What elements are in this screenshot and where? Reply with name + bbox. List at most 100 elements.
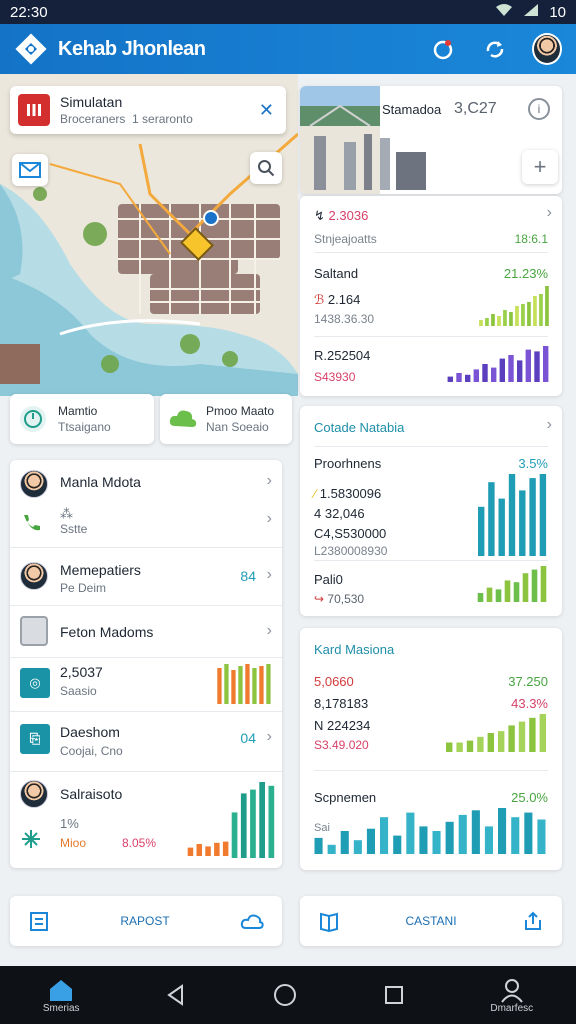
list-item[interactable]: Salraisoto 1% Mioo 8.05% <box>10 772 282 868</box>
contacts-list: Manla Mdota › ⁂ Sstte › Memepatiers Pe D… <box>10 460 282 868</box>
list-item-sub: Pe Deim <box>60 581 107 595</box>
place-card-2[interactable]: Pmoo Maato Nan Soeaio <box>160 394 292 444</box>
status-bar: 22:30 10 <box>0 0 576 24</box>
list-item[interactable]: ⎘ Daeshom Coojai, Cno 04 › <box>10 712 282 772</box>
report-button-label: RAPOST <box>120 914 170 928</box>
contact-button-label: CASTANI <box>405 914 457 928</box>
list-footer-percent: 1% <box>60 816 79 831</box>
contact-button[interactable]: CASTANI <box>300 896 562 946</box>
list-item[interactable]: Feton Madoms › <box>10 606 282 658</box>
bar <box>466 740 474 752</box>
photo-card-value: 3,C27 <box>454 100 497 117</box>
nav-recents[interactable] <box>383 984 405 1006</box>
document-tile-icon: ⎘ <box>20 724 50 754</box>
bar <box>533 296 537 326</box>
list-item-sub: Sstte <box>60 522 88 536</box>
stats1-head-sub: Stnjeajoatts <box>314 232 377 246</box>
avatar <box>20 780 48 808</box>
stats1-sec1-label: Saltand <box>314 266 359 281</box>
stats3-r1-v: 5,0660 <box>314 674 354 689</box>
signal-icon <box>523 3 539 21</box>
info-icon[interactable]: i <box>528 98 550 120</box>
stats-card-3[interactable]: Kard Masiona 5,0660 37.250 8,178183 43.3… <box>300 628 562 870</box>
bar <box>517 360 523 382</box>
app-bar: Kehab Jhonlean <box>0 24 576 74</box>
bar <box>259 782 265 858</box>
bar <box>432 831 441 854</box>
list-item[interactable]: Memepatiers Pe Deim 84 › <box>10 548 282 606</box>
bar <box>527 302 531 326</box>
bar <box>406 812 415 854</box>
bar <box>497 316 501 326</box>
stats2-row1-v1: 1.5830096 <box>319 486 382 501</box>
bar <box>456 742 463 752</box>
chevron-right-icon: › <box>546 204 552 221</box>
cloud-share-icon <box>240 914 264 929</box>
photo-card-title: Stamadoa <box>382 102 442 117</box>
stats2-row1-v2: 4 32,046 <box>314 506 365 521</box>
stats3-r3-v: N 224234 <box>314 718 371 733</box>
bar <box>521 304 525 326</box>
search-card-subtitle: Broceraners <box>60 112 126 126</box>
bar <box>537 819 546 854</box>
battery-level: 10 <box>549 3 566 21</box>
app-logo-icon <box>14 32 48 66</box>
location-badge-icon <box>18 94 50 126</box>
bar <box>524 812 533 854</box>
stats3-r2-v: 8,178183 <box>314 696 369 711</box>
avatar <box>20 470 48 498</box>
bar <box>498 808 507 854</box>
user-avatar-button[interactable] <box>532 33 562 65</box>
location-search-card[interactable]: Simulatan Broceraners 1 seraronto ✕ <box>10 86 286 134</box>
message-button[interactable] <box>12 154 48 186</box>
nav-back[interactable] <box>165 984 187 1006</box>
bar <box>231 812 238 858</box>
wifi-icon <box>495 3 513 21</box>
avatar <box>20 562 48 590</box>
bar <box>419 826 428 854</box>
phone-icon <box>24 515 40 531</box>
bar <box>543 346 549 382</box>
stats-card-1[interactable]: ↯ 2.3036 › Stnjeajoatts 18:6.1 Saltand 2… <box>300 196 562 396</box>
stats1-sec1-pct: 21.23% <box>503 266 548 281</box>
orange-bar-chart <box>217 664 271 704</box>
chevron-right-icon: › <box>266 622 272 639</box>
report-button[interactable]: RAPOST <box>10 896 282 946</box>
stats-card-2[interactable]: Cotade Natabia › Proorhnens 3.5% ⁄ 1.583… <box>300 406 562 616</box>
map-search-button[interactable] <box>250 152 282 184</box>
list-item[interactable]: ◎ 2,5037 Saasio <box>10 658 282 712</box>
bar <box>477 593 484 602</box>
teal-bar-chart <box>314 808 546 854</box>
avatar <box>532 33 562 65</box>
bar <box>380 817 389 854</box>
clipboard-icon <box>30 912 48 931</box>
place-card-1[interactable]: Mamtio Ttsaigano <box>10 394 154 444</box>
chart-tile-icon: ◎ <box>20 668 50 698</box>
notification-icon[interactable] <box>428 34 458 64</box>
stats2-row1-v4: L2380008930 <box>314 544 388 558</box>
bar <box>266 664 271 704</box>
nav-home[interactable]: Smerias <box>43 977 80 1014</box>
place-name-2: Pmoo <box>206 404 238 418</box>
bar <box>503 310 507 326</box>
bar <box>539 294 543 326</box>
bar <box>187 847 194 856</box>
bar <box>473 369 479 382</box>
bar <box>478 506 485 556</box>
bar <box>214 842 220 856</box>
stats1-sec2-label: R.252504 <box>314 348 371 363</box>
zoom-in-button[interactable]: + <box>522 150 558 184</box>
book-icon <box>320 912 338 932</box>
place-name-1: Mamtio <box>58 404 98 418</box>
status-time: 22:30 <box>10 3 48 21</box>
bar <box>498 731 505 752</box>
bar <box>353 840 362 854</box>
bar <box>482 364 488 382</box>
close-icon[interactable]: ✕ <box>259 100 274 121</box>
list-item[interactable]: Manla Mdota › ⁂ Sstte › <box>10 460 282 548</box>
list-item-name: Salraisoto <box>60 786 123 802</box>
sync-icon[interactable] <box>480 34 510 64</box>
bar <box>224 664 229 704</box>
nav-home-circle[interactable] <box>273 983 297 1007</box>
nav-profile[interactable]: Dmarfesc <box>490 977 533 1014</box>
